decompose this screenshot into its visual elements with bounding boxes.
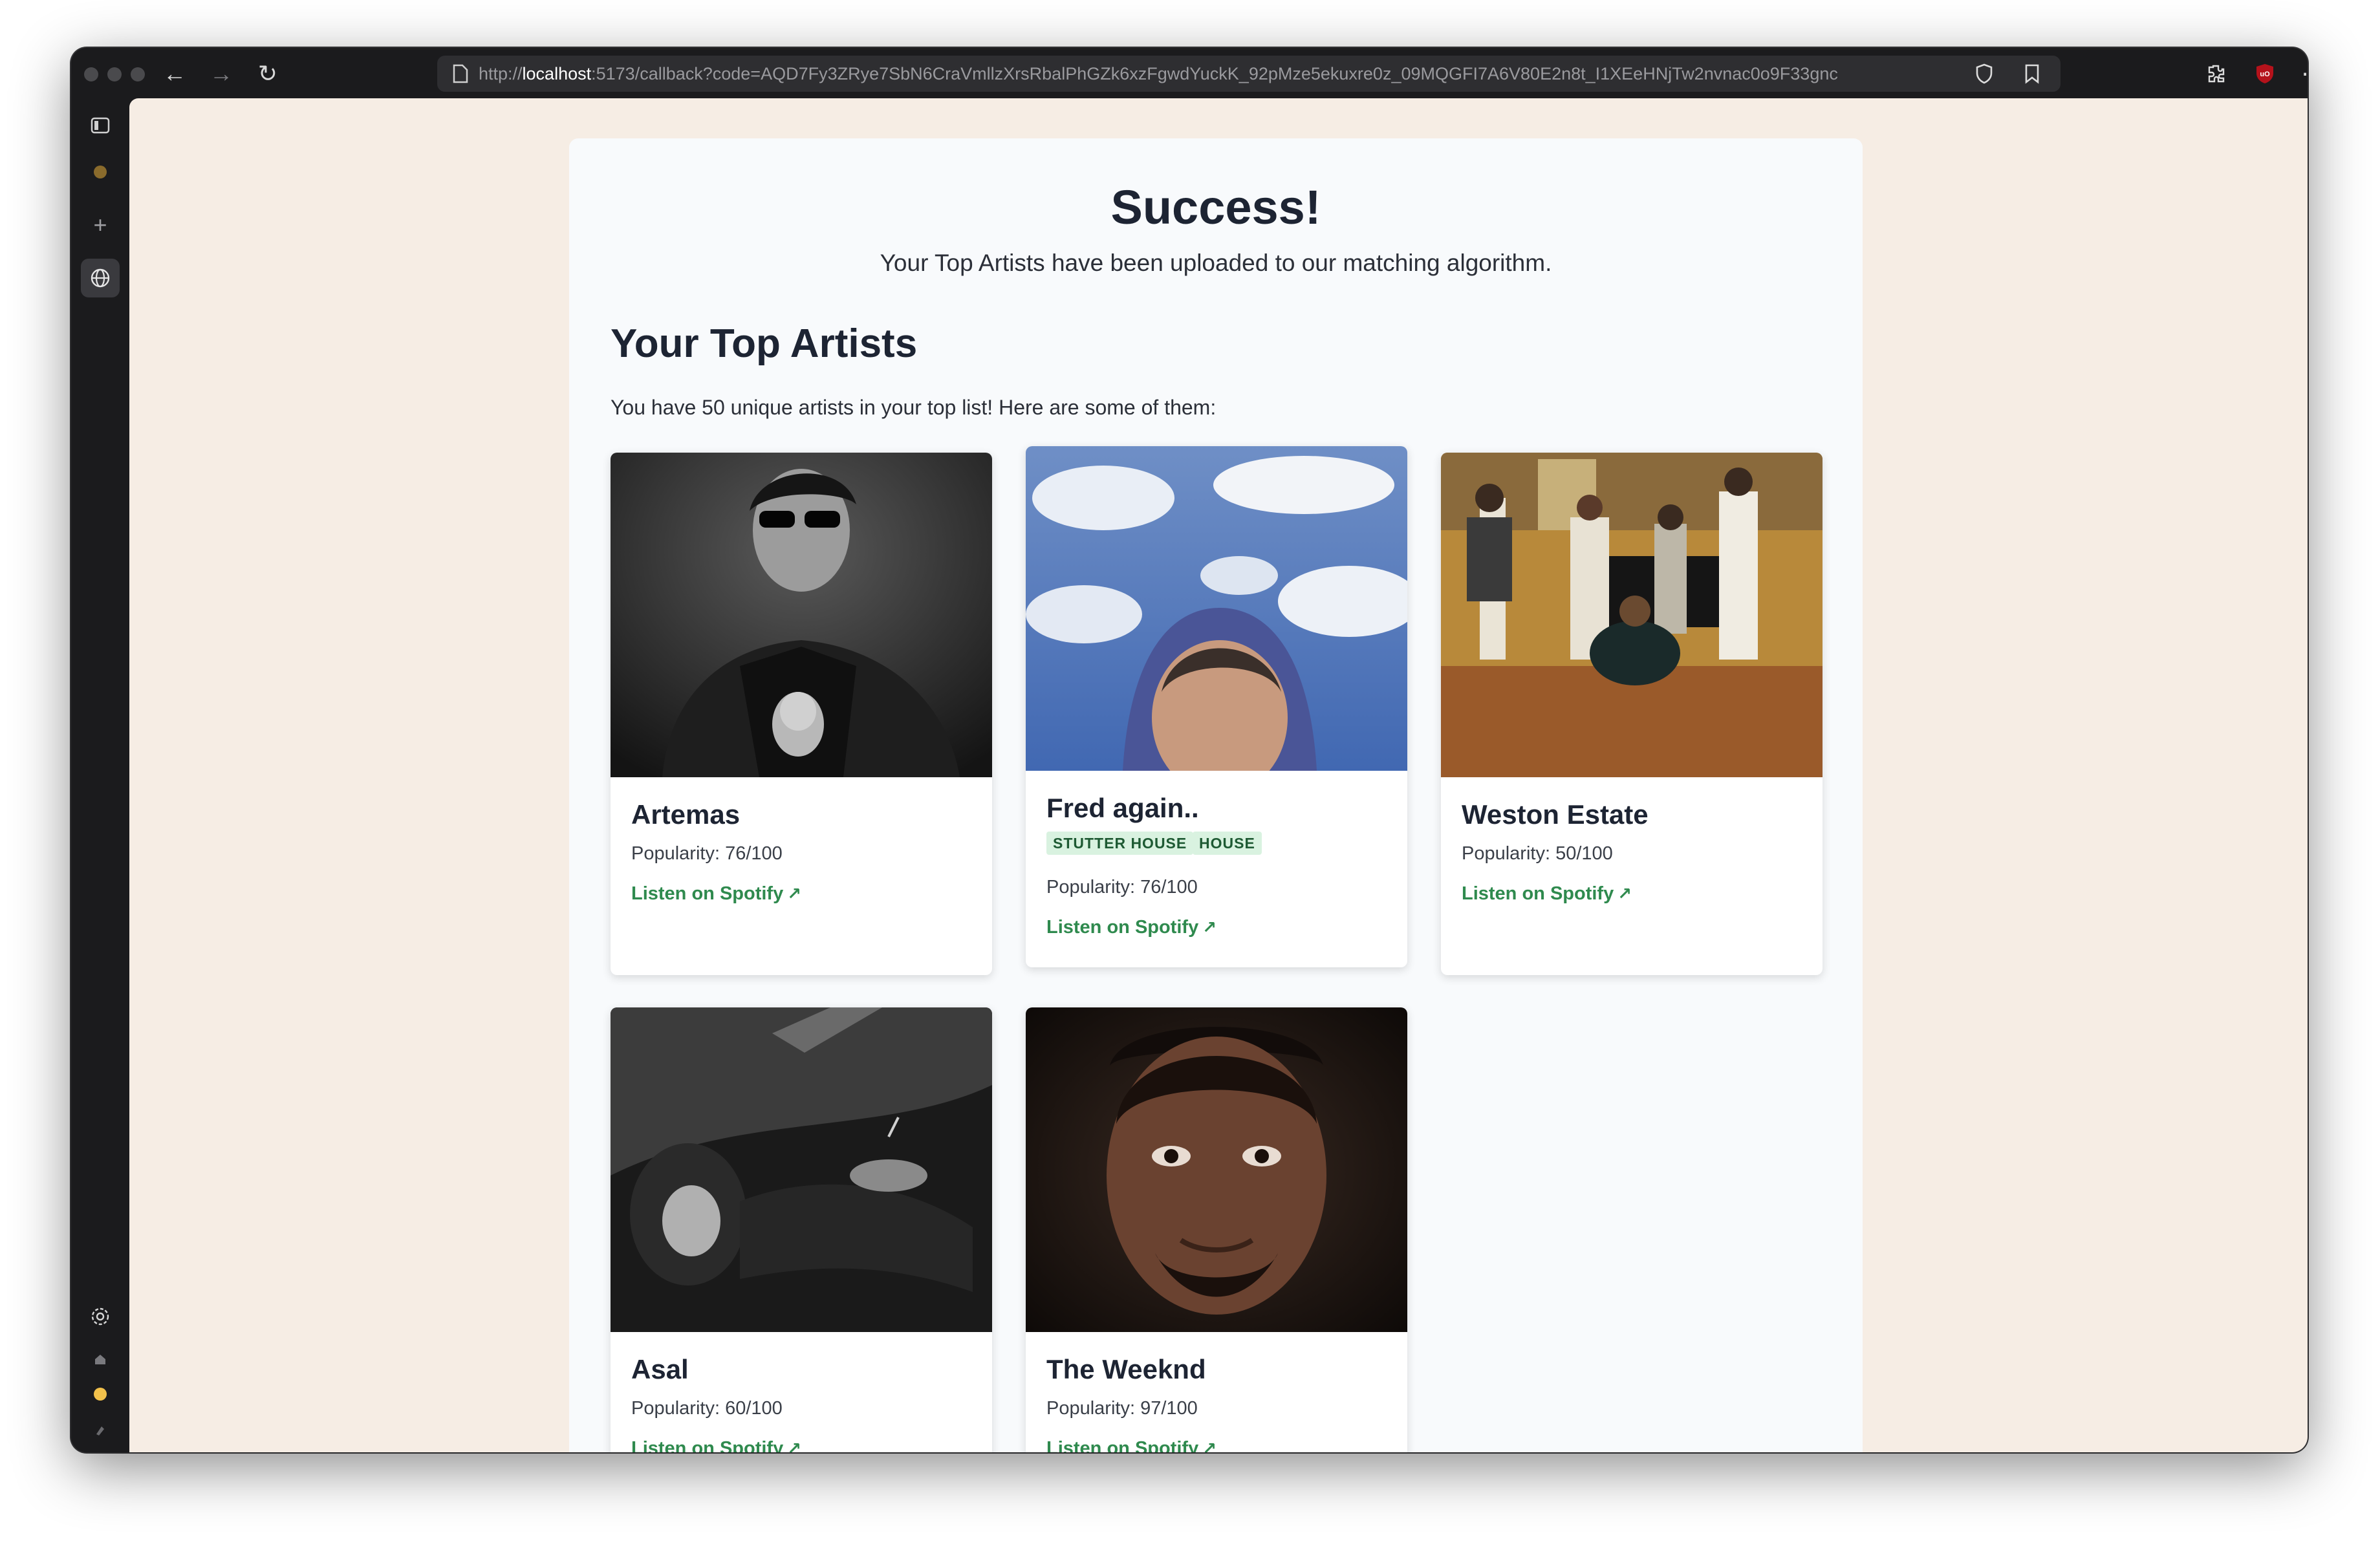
section-subtitle: You have 50 unique artists in your top l… <box>611 396 1217 419</box>
extension-small-icon[interactable] <box>85 1415 116 1446</box>
tab-favicon-icon[interactable] <box>85 156 116 188</box>
external-link-icon: ↗ <box>1202 918 1217 937</box>
external-link-icon: ↗ <box>787 1439 802 1452</box>
browser-window: ← → ↻ http://localhost:5173/callback?cod… <box>71 48 2308 1452</box>
artist-photo <box>611 453 992 777</box>
main-card: Success! Your Top Artists have been uplo… <box>569 138 1863 1452</box>
page-viewport: Success! Your Top Artists have been uplo… <box>129 98 2308 1452</box>
url-rest: :5173/callback?code=AQD7Fy3ZRye7SbN6CraV… <box>591 64 1838 83</box>
reload-icon[interactable]: ↻ <box>251 57 285 91</box>
spotify-link[interactable]: Listen on Spotify ↗ <box>1046 917 1217 938</box>
spotify-link-label: Listen on Spotify <box>631 883 784 904</box>
spotify-link[interactable]: Listen on Spotify ↗ <box>631 1438 801 1452</box>
new-tab-icon[interactable]: + <box>85 210 116 241</box>
artist-card[interactable]: Asal Popularity: 60/100 Listen on Spotif… <box>611 1007 992 1452</box>
spotify-link[interactable]: Listen on Spotify ↗ <box>1462 883 1632 905</box>
globe-icon[interactable] <box>81 259 120 297</box>
downloads-icon[interactable] <box>85 1450 116 1452</box>
extensions-icon[interactable] <box>2199 57 2233 91</box>
artist-popularity: Popularity: 60/100 <box>631 1398 783 1419</box>
more-menu-icon[interactable]: ⋯ <box>2296 57 2308 91</box>
section-title: Your Top Artists <box>611 321 918 366</box>
emoji-icon[interactable] <box>85 1379 116 1410</box>
url-prefix: http:// <box>479 64 523 83</box>
browser-sidebar: + <box>71 98 129 1452</box>
artist-card[interactable]: Fred again.. STUTTER HOUSE HOUSE Popular… <box>1026 446 1407 967</box>
home-icon[interactable] <box>85 1344 116 1375</box>
artist-name: The Weeknd <box>1046 1354 1206 1384</box>
page-title: Success! <box>1110 180 1321 234</box>
artist-popularity: Popularity: 97/100 <box>1046 1398 1198 1419</box>
page-info-icon[interactable] <box>446 56 475 92</box>
ublock-origin-icon[interactable]: uO <box>2248 57 2282 91</box>
svg-text:uO: uO <box>2260 70 2270 78</box>
spotify-link-label: Listen on Spotify <box>1046 1438 1199 1452</box>
genre-badge: STUTTER HOUSE <box>1046 832 1194 855</box>
external-link-icon: ↗ <box>1202 1439 1217 1452</box>
artist-name: Weston Estate <box>1462 799 1649 830</box>
artist-card[interactable]: The Weeknd Popularity: 97/100 Listen on … <box>1026 1007 1407 1452</box>
page-subtitle: Your Top Artists have been uploaded to o… <box>880 250 1552 276</box>
shield-icon[interactable] <box>1970 56 1998 92</box>
sidebar-toggle-icon[interactable] <box>85 110 116 141</box>
artist-card[interactable]: Artemas Popularity: 76/100 Listen on Spo… <box>611 453 992 975</box>
artist-popularity: Popularity: 76/100 <box>631 843 783 864</box>
artist-name: Artemas <box>631 799 741 830</box>
external-link-icon: ↗ <box>1617 884 1632 903</box>
artist-photo <box>1441 453 1823 777</box>
url-host: localhost <box>522 64 592 83</box>
bookmark-icon[interactable] <box>2018 56 2046 92</box>
artist-photo <box>1026 1007 1407 1332</box>
minimize-window-button[interactable] <box>107 67 122 81</box>
artist-photo <box>1026 446 1407 771</box>
forward-icon[interactable]: → <box>204 57 238 91</box>
close-window-button[interactable] <box>84 67 98 81</box>
artist-name: Asal <box>631 1354 689 1384</box>
artist-name: Fred again.. <box>1046 793 1199 823</box>
maximize-window-button[interactable] <box>131 67 145 81</box>
spotify-link-label: Listen on Spotify <box>1462 883 1614 904</box>
spotify-link-label: Listen on Spotify <box>631 1438 784 1452</box>
artist-card[interactable]: Weston Estate Popularity: 50/100 Listen … <box>1441 453 1823 975</box>
settings-icon[interactable] <box>85 1301 116 1332</box>
external-link-icon: ↗ <box>787 884 802 903</box>
artist-popularity: Popularity: 50/100 <box>1462 843 1613 864</box>
spotify-link[interactable]: Listen on Spotify ↗ <box>631 883 801 905</box>
artist-photo <box>611 1007 992 1332</box>
address-bar[interactable]: http://localhost:5173/callback?code=AQD7… <box>437 56 2061 92</box>
back-icon[interactable]: ← <box>158 57 191 91</box>
url-text[interactable]: http://localhost:5173/callback?code=AQD7… <box>479 56 1953 92</box>
spotify-link[interactable]: Listen on Spotify ↗ <box>1046 1438 1217 1452</box>
browser-toolbar: ← → ↻ http://localhost:5173/callback?cod… <box>71 48 2308 98</box>
genre-badge: HOUSE <box>1193 832 1262 855</box>
spotify-link-label: Listen on Spotify <box>1046 917 1199 938</box>
artist-popularity: Popularity: 76/100 <box>1046 877 1198 898</box>
